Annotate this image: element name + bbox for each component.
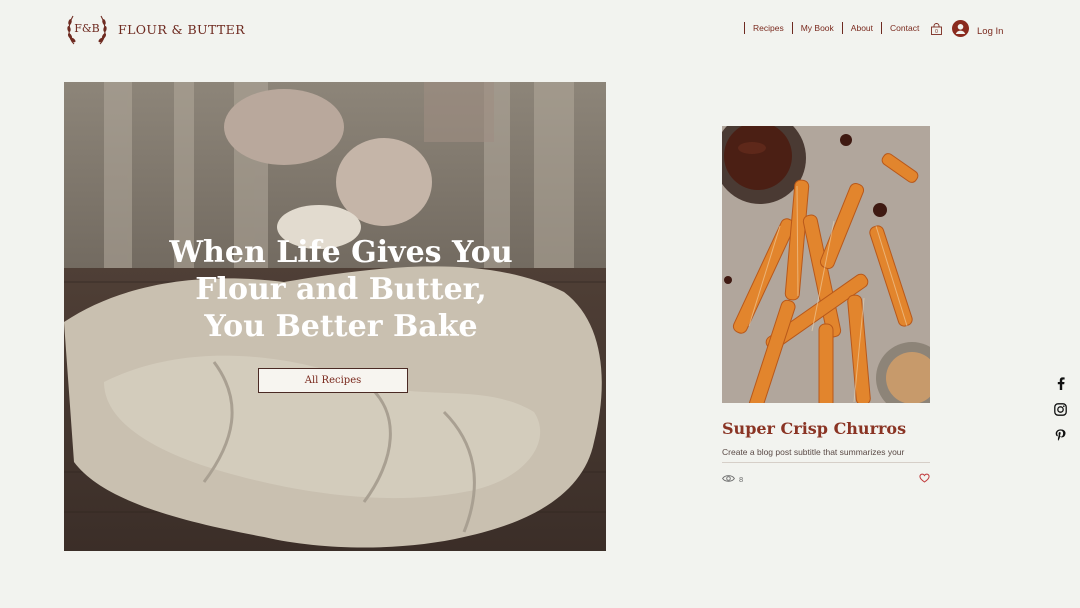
post-title[interactable]: Super Crisp Churros — [722, 419, 930, 438]
views-count: 8 — [739, 474, 744, 484]
social-bar — [1054, 376, 1067, 442]
nav-item-recipes[interactable]: Recipes — [753, 23, 784, 33]
churros-image[interactable] — [722, 126, 930, 403]
nav-item-contact[interactable]: Contact — [890, 23, 919, 33]
user-avatar-icon — [952, 20, 969, 42]
nav-divider — [791, 22, 793, 34]
card-divider — [722, 462, 930, 463]
instagram-icon[interactable] — [1054, 402, 1067, 416]
nav-divider — [744, 22, 745, 34]
main-nav: Recipes My Book About Contact 0 — [736, 22, 943, 35]
brand-name: FLOUR & BUTTER — [118, 21, 246, 37]
eye-icon — [722, 474, 735, 485]
cart-count: 0 — [935, 29, 938, 35]
wheat-wreath-logo-icon: F&B — [64, 12, 110, 46]
blog-post-card[interactable]: Super Crisp Churros Create a blog post s… — [722, 126, 930, 488]
nav-divider — [841, 22, 843, 34]
post-subtitle: Create a blog post subtitle that summari… — [722, 447, 905, 457]
brand-monogram: F&B — [74, 22, 100, 35]
facebook-icon[interactable] — [1054, 376, 1067, 390]
login-button[interactable]: Log In — [952, 20, 1003, 42]
hero-title: When Life Gives You Flour and Butter, Yo… — [169, 235, 513, 344]
nav-item-my-book[interactable]: My Book — [801, 23, 834, 33]
all-recipes-button[interactable]: All Recipes — [258, 368, 408, 393]
cart-icon[interactable]: 0 — [931, 22, 943, 35]
brand-logo[interactable]: F&B FLOUR & BUTTER — [64, 12, 245, 46]
heart-like-icon[interactable] — [919, 470, 930, 488]
nav-divider — [881, 22, 883, 34]
pinterest-icon[interactable] — [1054, 428, 1067, 442]
post-stats: 8 — [722, 470, 930, 488]
views-counter: 8 — [722, 474, 743, 485]
hero-banner: When Life Gives You Flour and Butter, Yo… — [64, 82, 606, 551]
login-label: Log In — [977, 25, 1004, 37]
nav-item-about[interactable]: About — [851, 23, 873, 33]
